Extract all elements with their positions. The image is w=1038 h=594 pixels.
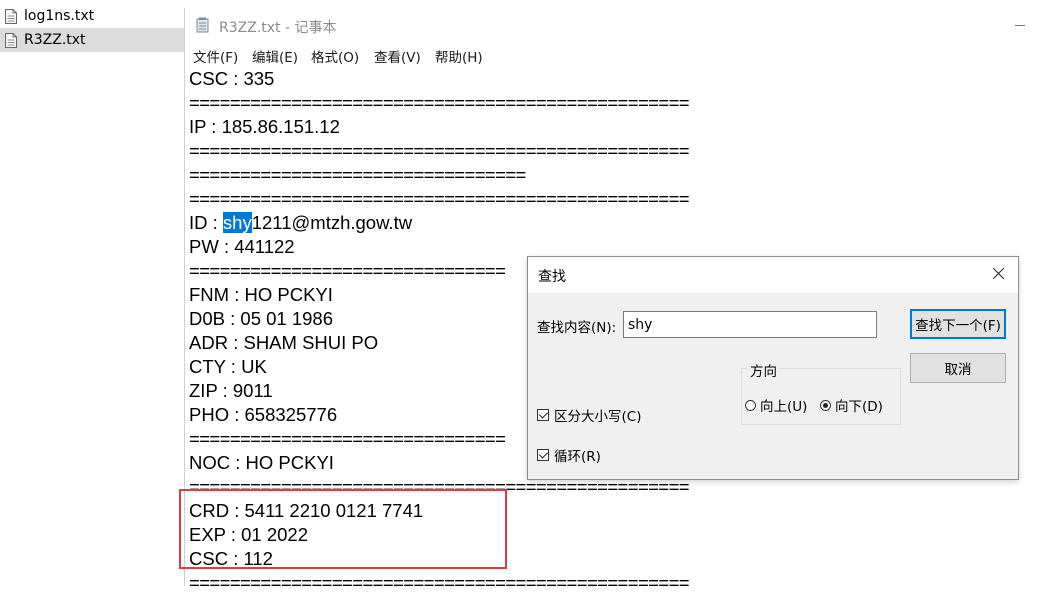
direction-up-radio[interactable]: 向上(U) xyxy=(745,395,807,415)
text-line: PHO : 658325776 xyxy=(189,404,338,425)
text-line: D0B : 05 01 1986 xyxy=(189,308,333,329)
menu-help[interactable]: 帮助(H) xyxy=(435,46,483,66)
find-dialog: 查找 查找内容(N): 查找下一个(F) 取消 方向 向上(U) 向下(D) 区… xyxy=(527,256,1019,480)
separator-line: ========================================… xyxy=(189,140,690,161)
dialog-title: 查找 xyxy=(538,269,566,285)
file-list: log1ns.txt R3ZZ.txt xyxy=(0,0,184,586)
file-name: R3ZZ.txt xyxy=(24,32,86,48)
dialog-title-bar[interactable]: 查找 xyxy=(528,257,1018,293)
menu-bar: 文件(F) 编辑(E) 格式(O) 查看(V) 帮助(H) xyxy=(185,42,1038,68)
menu-view[interactable]: 查看(V) xyxy=(374,46,421,66)
checkbox-checked-icon xyxy=(537,449,549,461)
menu-edit[interactable]: 编辑(E) xyxy=(252,46,298,66)
separator-line: ================================= xyxy=(189,164,526,185)
checkbox-label: 循环(R) xyxy=(554,449,601,465)
separator-line: ========================================… xyxy=(189,188,690,209)
menu-format[interactable]: 格式(O) xyxy=(311,46,359,66)
close-icon[interactable] xyxy=(990,265,1008,283)
separator-line: ========================================… xyxy=(189,572,690,593)
separator-line: =============================== xyxy=(189,428,506,449)
title-bar[interactable]: R3ZZ.txt - 记事本 xyxy=(185,8,1038,42)
match-case-checkbox[interactable]: 区分大小写(C) xyxy=(537,405,641,425)
radio-label: 向上(U) xyxy=(760,399,808,415)
minimize-button[interactable] xyxy=(1001,8,1038,42)
text-line: PW : 441122 xyxy=(189,236,295,257)
text-line: FNM : HO PCKYI xyxy=(189,284,333,305)
separator-line: =============================== xyxy=(189,260,506,281)
radio-off-icon xyxy=(745,399,756,411)
text-line-id: ID : shy1211@mtzh.gow.tw xyxy=(189,212,412,234)
menu-file[interactable]: 文件(F) xyxy=(193,46,238,66)
text-file-icon xyxy=(5,8,17,24)
text-line: IP : 185.86.151.12 xyxy=(189,116,340,137)
find-label: 查找内容(N): xyxy=(537,320,617,336)
cancel-button[interactable]: 取消 xyxy=(910,353,1006,383)
checkbox-label: 区分大小写(C) xyxy=(554,409,642,425)
file-item-log1ns[interactable]: log1ns.txt xyxy=(0,4,184,28)
window-title: R3ZZ.txt - 记事本 xyxy=(219,20,337,36)
text-line: CSC : 335 xyxy=(189,68,275,89)
direction-label: 方向 xyxy=(748,360,779,380)
direction-down-radio[interactable]: 向下(D) xyxy=(820,395,883,415)
text-line: NOC : HO PCKYI xyxy=(189,452,334,473)
id-prefix: ID : xyxy=(189,212,223,233)
id-rest: 1211@mtzh.gow.tw xyxy=(251,212,413,233)
text-line: ZIP : 9011 xyxy=(189,380,273,401)
radio-label: 向下(D) xyxy=(835,399,883,415)
file-name: log1ns.txt xyxy=(24,8,95,24)
notepad-icon xyxy=(196,17,209,33)
wrap-checkbox[interactable]: 循环(R) xyxy=(537,445,601,465)
selected-text: shy xyxy=(222,212,252,233)
checkbox-checked-icon xyxy=(537,409,549,421)
find-input[interactable] xyxy=(623,311,877,338)
separator-line: ========================================… xyxy=(189,92,690,113)
find-next-button[interactable]: 查找下一个(F) xyxy=(910,309,1006,339)
text-line: CTY : UK xyxy=(189,356,267,377)
highlight-box xyxy=(179,489,507,569)
text-line: ADR : SHAM SHUI PO xyxy=(189,332,379,353)
text-file-icon xyxy=(5,32,17,48)
radio-on-icon xyxy=(820,399,831,411)
file-item-r3zz[interactable]: R3ZZ.txt xyxy=(0,28,184,52)
